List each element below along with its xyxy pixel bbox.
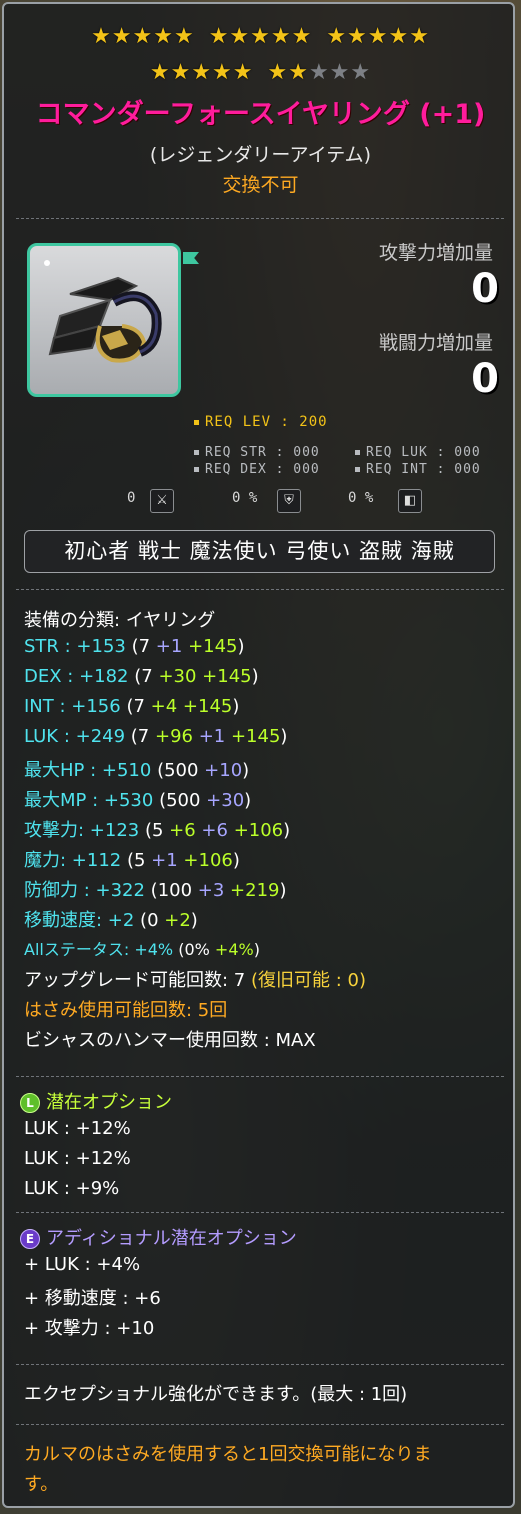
stat-all: Allステータス: +4% (0% +4%) (24, 940, 260, 959)
karma-note-line-2: す。 (24, 1474, 59, 1495)
stat-defense: 防御力 : +322 (100 +3 +219) (24, 880, 287, 901)
job-requirements: 初心者 戦士 魔法使い 弓使い 盗賊 海賊 (24, 530, 495, 573)
legendary-badge-icon: L (20, 1093, 40, 1113)
additional-line-2: + 移動速度 : +6 (24, 1288, 161, 1309)
attack-increase-value: 0 (471, 266, 499, 312)
mini-stat-1: 0 (127, 490, 136, 506)
req-level: REQ LEV : 200 (194, 414, 328, 430)
item-tooltip (2, 2, 515, 1508)
req-dex: REQ DEX : 000 (194, 462, 320, 477)
item-icon-frame (27, 243, 181, 397)
stat-mp: 最大MP : +530 (500 +30) (24, 790, 252, 811)
attack-increase-label: 攻撃力増加量 (378, 242, 493, 264)
req-str: REQ STR : 000 (194, 445, 320, 460)
stat-speed: 移動速度: +2 (0 +2) (24, 910, 198, 931)
additional-potential-header: E アディショナル潜在オプション (20, 1224, 297, 1250)
potential-line-3: LUK : +9% (24, 1178, 120, 1199)
exceptional-note: エクセプショナル強化ができます。(最大 : 1回) (24, 1384, 408, 1405)
additional-line-1: + LUK : +4% (24, 1254, 141, 1275)
stat-luk: LUK : +249 (7 +96 +1 +145) (24, 726, 288, 747)
boss-damage-icon: ⚔ (150, 489, 174, 513)
divider (16, 1424, 504, 1425)
karma-note-line-1: カルマのはさみを使用すると1回交換可能になりま (24, 1444, 432, 1465)
stat-magic: 魔力: +112 (5 +1 +106) (24, 850, 240, 871)
potential-header: L 潜在オプション (20, 1088, 172, 1114)
stat-hp: 最大HP : +510 (500 +10) (24, 760, 250, 781)
combat-power-label: 戦闘力増加量 (378, 332, 493, 354)
shield-icon: ◧ (398, 489, 422, 513)
item-name: コマンダーフォースイヤリング (+1) (35, 99, 486, 130)
divider (16, 1212, 504, 1213)
epic-badge-icon: E (20, 1229, 40, 1249)
ignore-defense-icon: ⛨ (277, 489, 301, 513)
mini-stat-3: 0 % (348, 490, 374, 506)
scissors-count: はさみ使用可能回数: 5回 (24, 1000, 228, 1021)
additional-line-3: + 攻撃力 : +10 (24, 1318, 155, 1339)
divider (16, 589, 504, 590)
req-int: REQ INT : 000 (355, 462, 481, 477)
stat-attack: 攻撃力: +123 (5 +6 +6 +106) (24, 820, 291, 841)
stat-str: STR : +153 (7 +1 +145) (24, 636, 245, 657)
req-luk: REQ LUK : 000 (355, 445, 481, 460)
combat-power-value: 0 (471, 356, 499, 402)
divider (16, 1076, 504, 1077)
star-force-row-2: ★★★★★ ★★★★★ (149, 60, 372, 85)
potential-line-2: LUK : +12% (24, 1148, 131, 1169)
divider (16, 1364, 504, 1365)
mini-stat-2: 0 % (232, 490, 258, 506)
star-force-row-1: ★★★★★ ★★★★★ ★★★★★ (91, 24, 430, 49)
item-rarity: (レジェンダリーアイテム) (149, 144, 372, 166)
trade-status: 交換不可 (222, 174, 299, 196)
potential-line-1: LUK : +12% (24, 1118, 131, 1139)
stat-int: INT : +156 (7 +4 +145) (24, 696, 240, 717)
stat-dex: DEX : +182 (7 +30 +145) (24, 666, 259, 687)
equip-category: 装備の分類: イヤリング (24, 610, 216, 631)
earring-icon (44, 260, 162, 363)
divider (16, 218, 504, 219)
hammer-count: ビシャスのハンマー使用回数 : MAX (24, 1030, 316, 1051)
upgrade-count: アップグレード可能回数: 7 (復旧可能 : 0) (24, 970, 366, 991)
